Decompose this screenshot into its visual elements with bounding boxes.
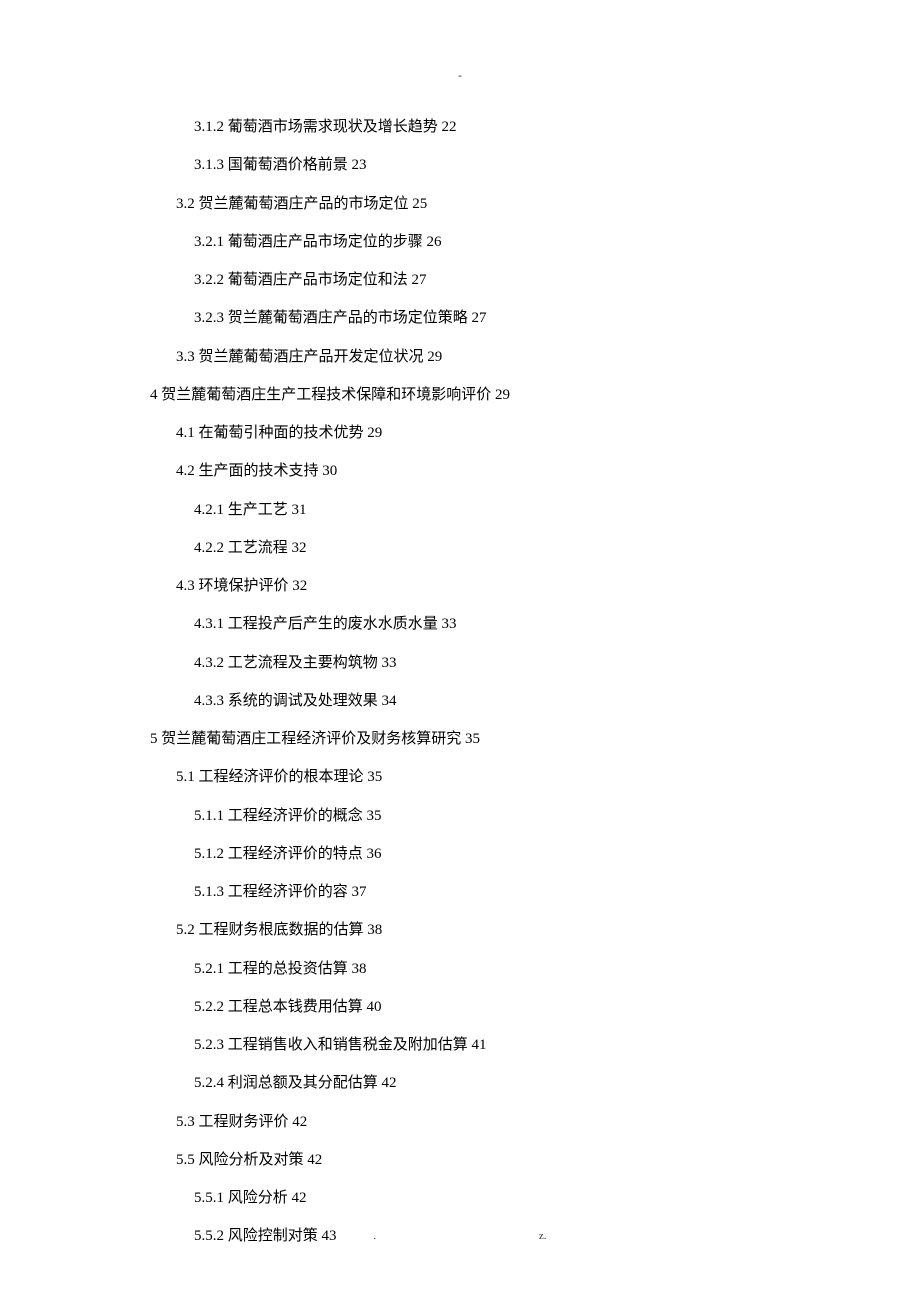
toc-entry: 5.1.2 工程经济评价的特点 36 xyxy=(150,835,770,873)
toc-entry: 5 贺兰麓葡萄酒庄工程经济评价及财务核算研究 35 xyxy=(150,720,770,758)
toc-entry: 4.3.2 工艺流程及主要构筑物 33 xyxy=(150,644,770,682)
footer: . z. xyxy=(0,1230,920,1242)
toc-entry: 5.2.4 利润总额及其分配估算 42 xyxy=(150,1064,770,1102)
header-mark: - xyxy=(0,68,920,83)
footer-z: z. xyxy=(539,1230,547,1242)
toc-entry: 5.5.1 风险分析 42 xyxy=(150,1179,770,1217)
toc-entry: 5.1 工程经济评价的根本理论 35 xyxy=(150,758,770,796)
toc-entry: 3.2.1 葡萄酒庄产品市场定位的步骤 26 xyxy=(150,223,770,261)
toc-entry: 5.2.2 工程总本钱费用估算 40 xyxy=(150,988,770,1026)
toc-entry: 3.1.3 国葡萄酒价格前景 23 xyxy=(150,146,770,184)
toc-entry: 3.3 贺兰麓葡萄酒庄产品开发定位状况 29 xyxy=(150,338,770,376)
toc-entry: 4.1 在葡萄引种面的技术优势 29 xyxy=(150,414,770,452)
toc-entry: 5.1.1 工程经济评价的概念 35 xyxy=(150,797,770,835)
toc-entry: 4.3.3 系统的调试及处理效果 34 xyxy=(150,682,770,720)
toc-entry: 5.5 风险分析及对策 42 xyxy=(150,1141,770,1179)
toc-entry: 5.1.3 工程经济评价的容 37 xyxy=(150,873,770,911)
toc-entry: 4.3 环境保护评价 32 xyxy=(150,567,770,605)
toc-entry: 5.3 工程财务评价 42 xyxy=(150,1103,770,1141)
toc-entry: 5.2.3 工程销售收入和销售税金及附加估算 41 xyxy=(150,1026,770,1064)
toc-entry: 3.2 贺兰麓葡萄酒庄产品的市场定位 25 xyxy=(150,185,770,223)
toc-entry: 3.2.3 贺兰麓葡萄酒庄产品的市场定位策略 27 xyxy=(150,299,770,337)
toc-entry: 3.2.2 葡萄酒庄产品市场定位和法 27 xyxy=(150,261,770,299)
toc-entry: 4.2.1 生产工艺 31 xyxy=(150,491,770,529)
toc-entry: 3.1.2 葡萄酒市场需求现状及增长趋势 22 xyxy=(150,108,770,146)
toc-content: 3.1.2 葡萄酒市场需求现状及增长趋势 223.1.3 国葡萄酒价格前景 23… xyxy=(150,108,770,1256)
toc-entry: 4.3.1 工程投产后产生的废水水质水量 33 xyxy=(150,605,770,643)
toc-entry: 4 贺兰麓葡萄酒庄生产工程技术保障和环境影响评价 29 xyxy=(150,376,770,414)
toc-entry: 4.2.2 工艺流程 32 xyxy=(150,529,770,567)
toc-entry: 5.2 工程财务根底数据的估算 38 xyxy=(150,911,770,949)
footer-dot: . xyxy=(373,1230,376,1242)
toc-entry: 4.2 生产面的技术支持 30 xyxy=(150,452,770,490)
toc-entry: 5.2.1 工程的总投资估算 38 xyxy=(150,950,770,988)
